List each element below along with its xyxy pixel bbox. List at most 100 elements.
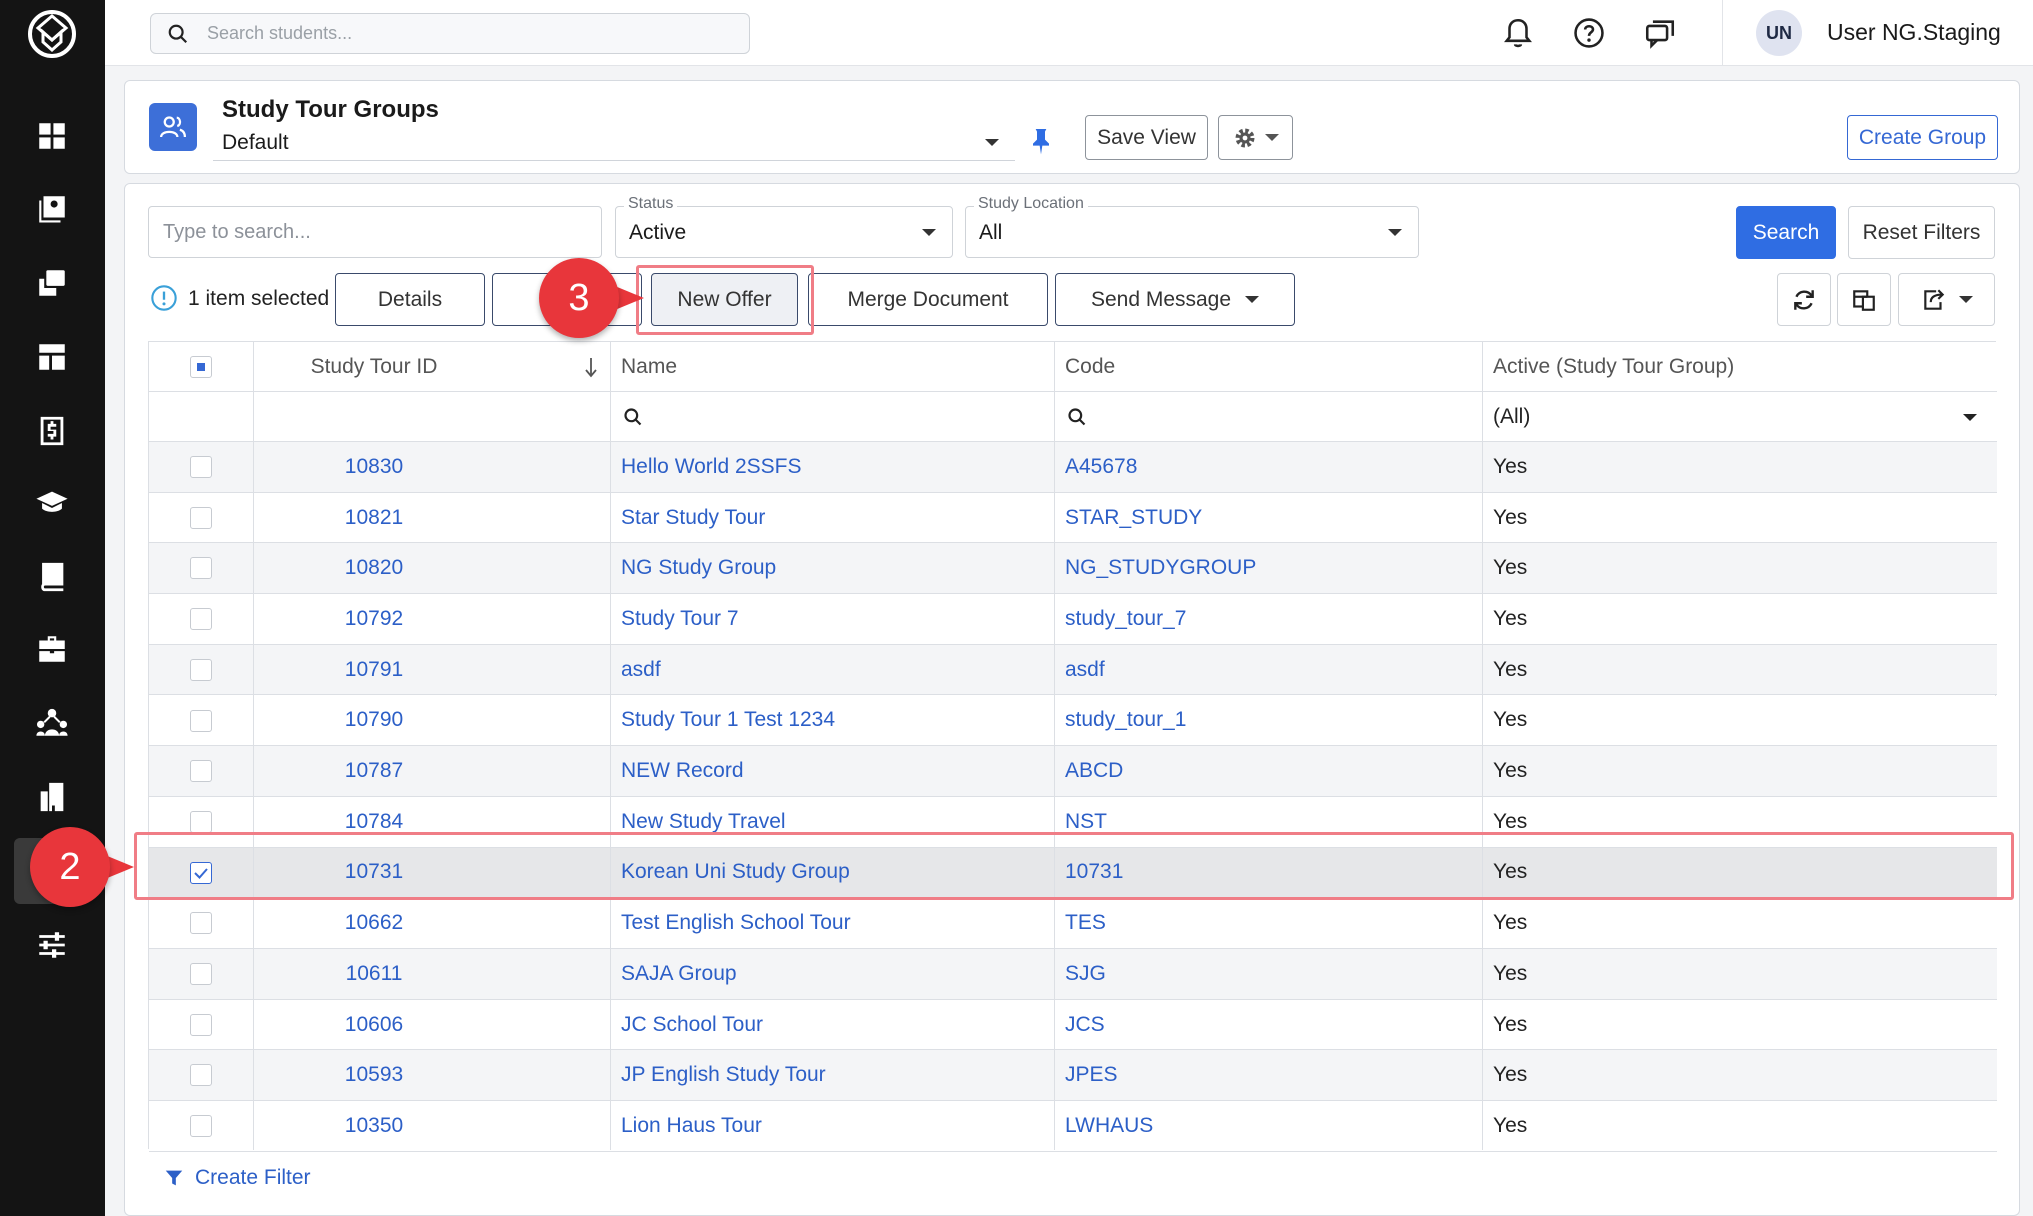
send-message-button[interactable]: Send Message [1055, 273, 1295, 326]
row-checkbox[interactable] [190, 506, 212, 529]
row-checkbox[interactable] [190, 810, 212, 833]
sidebar-item-copy-stack[interactable] [14, 250, 90, 316]
table-row[interactable]: 10790 Study Tour 1 Test 1234 study_tour_1 Y… [149, 695, 1997, 747]
cell-name[interactable]: SAJA Group [621, 949, 737, 999]
cell-code[interactable]: asdf [1065, 645, 1105, 695]
cell-name[interactable]: Hello World 2SSFS [621, 442, 802, 492]
row-checkbox[interactable] [190, 912, 212, 935]
cell-code[interactable]: A45678 [1065, 442, 1137, 492]
cell-study-tour-id[interactable]: 10606 [249, 1000, 499, 1050]
create-group-button[interactable]: Create Group [1847, 115, 1998, 160]
reset-filters-button[interactable]: Reset Filters [1848, 206, 1995, 259]
row-checkbox[interactable] [190, 456, 212, 478]
column-header-active[interactable]: Active (Study Tour Group) [1493, 342, 1734, 391]
table-row[interactable]: 10830 Hello World 2SSFS A45678 Yes [149, 442, 1997, 493]
details-button[interactable]: Details [335, 273, 485, 326]
cell-code[interactable]: TES [1065, 898, 1106, 948]
export-dropdown-button[interactable] [1898, 273, 1995, 326]
sidebar-item-building[interactable] [14, 764, 90, 830]
cell-study-tour-id[interactable]: 10791 [249, 645, 499, 695]
column-chooser-button[interactable] [1837, 273, 1891, 326]
cell-name[interactable]: NG Study Group [621, 543, 776, 593]
row-checkbox[interactable] [190, 1115, 212, 1138]
cell-name[interactable]: JC School Tour [621, 1000, 763, 1050]
cell-study-tour-id[interactable]: 10662 [249, 898, 499, 948]
cell-code[interactable]: study_tour_7 [1065, 594, 1186, 644]
view-select[interactable]: Default [213, 125, 1015, 161]
sidebar-item-briefcase[interactable] [14, 616, 90, 682]
save-view-button[interactable]: Save View [1085, 115, 1208, 160]
cell-name[interactable]: asdf [621, 645, 661, 695]
active-filter-value[interactable]: (All) [1493, 392, 1530, 441]
cell-study-tour-id[interactable]: 10830 [249, 442, 499, 492]
column-header-id[interactable]: Study Tour ID [249, 342, 499, 391]
cell-code[interactable]: NG_STUDYGROUP [1065, 543, 1256, 593]
pin-icon[interactable] [1025, 125, 1057, 157]
table-row[interactable]: 10593 JP English Study Tour JPES Yes [149, 1050, 1997, 1102]
study-location-select[interactable]: Study Location All [965, 195, 1419, 258]
chat-icon[interactable] [1643, 16, 1677, 50]
sidebar-item-contacts[interactable] [14, 176, 90, 242]
sidebar-item-finance[interactable] [14, 398, 90, 464]
cell-name[interactable]: Test English School Tour [621, 898, 851, 948]
merge-document-button[interactable]: Merge Document [808, 273, 1048, 326]
table-row[interactable]: 10820 NG Study Group NG_STUDYGROUP Yes [149, 543, 1997, 595]
sidebar-item-agents-network[interactable] [14, 690, 90, 756]
row-checkbox[interactable] [190, 658, 212, 681]
cell-name[interactable]: Study Tour 1 Test 1234 [621, 696, 835, 746]
row-checkbox[interactable] [190, 760, 212, 783]
row-checkbox[interactable] [190, 1013, 212, 1036]
code-filter-search-icon[interactable] [1067, 407, 1087, 427]
cell-study-tour-id[interactable]: 10792 [249, 594, 499, 644]
cell-study-tour-id[interactable]: 10350 [249, 1101, 499, 1151]
table-row[interactable]: 10787 NEW Record ABCD Yes [149, 746, 1997, 797]
sidebar-item-dashboard[interactable] [14, 103, 90, 169]
table-row[interactable]: 10821 Star Study Tour STAR_STUDY Yes [149, 492, 1997, 544]
column-header-name[interactable]: Name [621, 342, 677, 391]
user-name[interactable]: User NG.Staging [1827, 19, 2001, 46]
row-checkbox[interactable] [190, 709, 212, 732]
cell-code[interactable]: JCS [1065, 1000, 1105, 1050]
name-filter-search-icon[interactable] [623, 407, 643, 427]
global-search[interactable] [150, 13, 750, 54]
cell-name[interactable]: Star Study Tour [621, 493, 765, 543]
table-row[interactable]: 10791 asdf asdf Yes [149, 644, 1997, 696]
cell-code[interactable]: STAR_STUDY [1065, 493, 1202, 543]
sidebar-item-settings-sliders[interactable] [14, 912, 90, 978]
cell-code[interactable]: study_tour_1 [1065, 696, 1186, 746]
cell-code[interactable]: JPES [1065, 1050, 1118, 1100]
row-checkbox[interactable] [190, 557, 212, 580]
sort-down-icon[interactable] [583, 356, 599, 378]
help-icon[interactable] [1572, 16, 1606, 50]
row-checkbox[interactable] [190, 1064, 212, 1087]
status-select[interactable]: Status Active [615, 195, 953, 258]
settings-dropdown-button[interactable] [1218, 115, 1293, 160]
cell-study-tour-id[interactable]: 10820 [249, 543, 499, 593]
row-checkbox[interactable] [190, 608, 212, 631]
app-logo-icon[interactable] [26, 8, 78, 60]
table-row[interactable]: 10606 JC School Tour JCS Yes [149, 999, 1997, 1051]
cell-study-tour-id[interactable]: 10787 [249, 746, 499, 796]
cell-name[interactable]: Lion Haus Tour [621, 1101, 762, 1151]
cell-name[interactable]: NEW Record [621, 746, 744, 796]
select-all-checkbox[interactable] [190, 356, 212, 378]
sidebar-item-book[interactable] [14, 544, 90, 610]
search-button[interactable]: Search [1736, 206, 1836, 259]
create-filter-link[interactable]: Create Filter [163, 1166, 311, 1190]
chevron-down-icon[interactable] [1963, 414, 1977, 421]
cell-code[interactable]: ABCD [1065, 746, 1123, 796]
avatar[interactable]: UN [1756, 10, 1802, 56]
cell-study-tour-id[interactable]: 10790 [249, 696, 499, 746]
column-header-code[interactable]: Code [1065, 342, 1115, 391]
cell-study-tour-id[interactable]: 10611 [249, 949, 499, 999]
table-row[interactable]: 10662 Test English School Tour TES Yes [149, 898, 1997, 949]
table-search-field[interactable] [148, 206, 602, 258]
cell-study-tour-id[interactable]: 10821 [249, 493, 499, 543]
cell-name[interactable]: Study Tour 7 [621, 594, 739, 644]
sidebar-item-graduation-cap[interactable] [14, 470, 90, 536]
bell-icon[interactable] [1501, 16, 1535, 50]
cell-name[interactable]: JP English Study Tour [621, 1050, 826, 1100]
refresh-button[interactable] [1777, 273, 1831, 326]
table-search-input[interactable] [149, 207, 601, 257]
global-search-input[interactable] [207, 14, 727, 53]
